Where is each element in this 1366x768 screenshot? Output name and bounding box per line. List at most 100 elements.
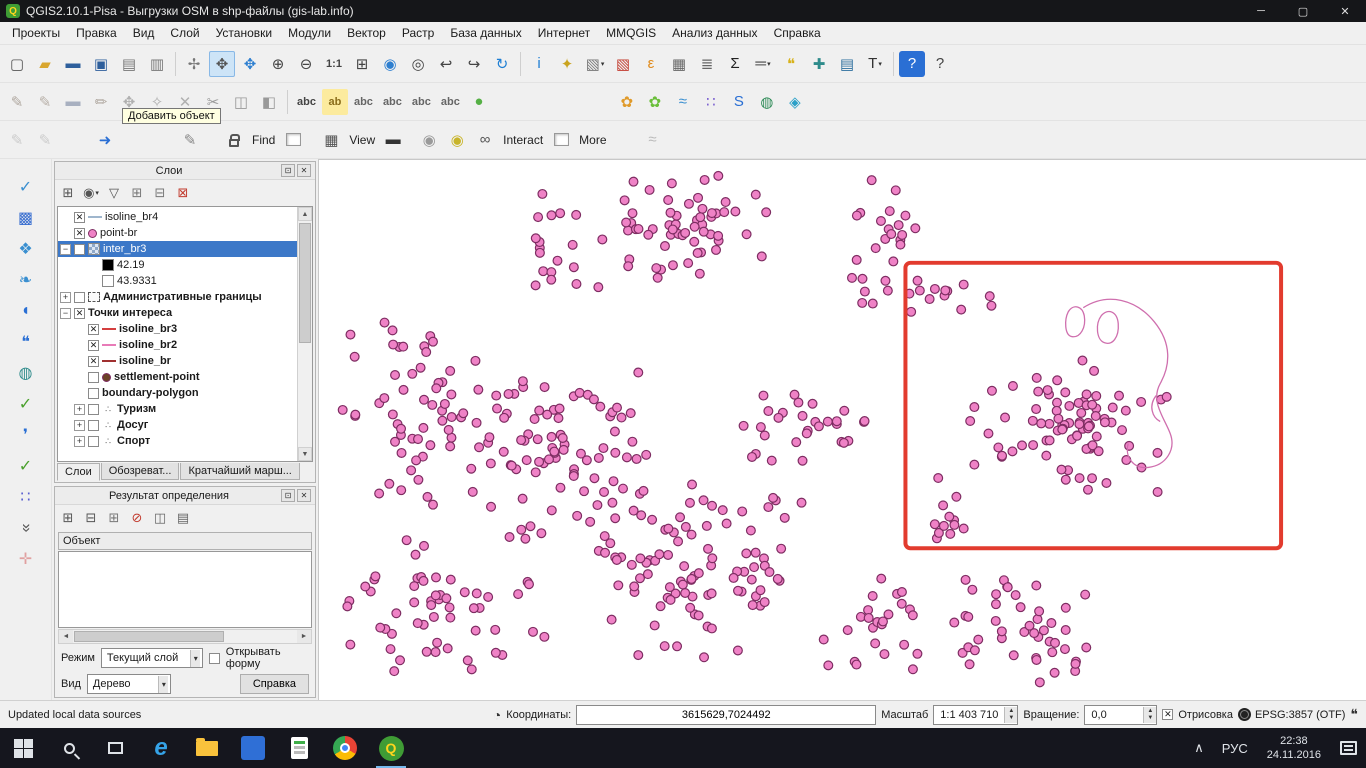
layer-visibility-checkbox[interactable]: ✕ bbox=[74, 308, 85, 319]
render-checkbox[interactable]: ✕ bbox=[1162, 709, 1173, 720]
layer-visibility-checkbox[interactable]: ✕ bbox=[74, 212, 85, 223]
maximize-button[interactable]: ▢ bbox=[1282, 0, 1324, 22]
plugin-key[interactable]: ✿ bbox=[614, 89, 640, 115]
pan-map[interactable]: ✥ bbox=[209, 51, 235, 77]
measure[interactable]: ═▾ bbox=[750, 51, 776, 77]
toggle-editing[interactable]: ✎ bbox=[32, 89, 58, 115]
paste-features[interactable]: ◧ bbox=[256, 89, 282, 115]
help[interactable]: ? bbox=[899, 51, 925, 77]
scroll-down-arrow[interactable]: ▼ bbox=[298, 447, 312, 461]
copy-features[interactable]: ◫ bbox=[228, 89, 254, 115]
layer-row[interactable]: ✕isoline_br3 bbox=[58, 321, 297, 337]
pin-yellow[interactable]: ◉ bbox=[444, 127, 470, 153]
plugin-grid-dots[interactable]: ∷ bbox=[698, 89, 724, 115]
remove-layer[interactable]: ⊠ bbox=[172, 182, 194, 204]
open-project[interactable]: ▰ bbox=[32, 51, 58, 77]
edge-app-icon[interactable]: e bbox=[138, 728, 184, 768]
layer-visibility-checkbox[interactable] bbox=[88, 388, 99, 399]
layer-row[interactable]: ✕isoline_br2 bbox=[58, 337, 297, 353]
chevrons-down[interactable]: » bbox=[12, 514, 40, 542]
menu-item[interactable]: Установки bbox=[208, 23, 280, 43]
pinned-app-1-icon[interactable] bbox=[230, 728, 276, 768]
pinned-app-2-icon[interactable] bbox=[276, 728, 322, 768]
label-highlight[interactable]: ab bbox=[322, 89, 348, 115]
screen-icon[interactable]: ▬ bbox=[380, 127, 406, 153]
current-edits[interactable]: ✎ bbox=[4, 89, 30, 115]
layer-visibility-checkbox[interactable]: ✕ bbox=[74, 228, 85, 239]
plugin-sign[interactable]: ✎ bbox=[177, 127, 203, 153]
layer-labeling[interactable]: abc bbox=[293, 89, 320, 115]
plugin-feather[interactable]: ❧ bbox=[12, 266, 40, 294]
layer-row[interactable]: −inter_br3 bbox=[58, 241, 297, 257]
label-pin[interactable]: abc bbox=[350, 89, 377, 115]
language-indicator[interactable]: РУС bbox=[1213, 741, 1257, 756]
chain-icon[interactable]: ∞ bbox=[472, 127, 498, 153]
plugin-green[interactable]: ✿ bbox=[642, 89, 668, 115]
attribute-table[interactable]: ▦ bbox=[666, 51, 692, 77]
start-button[interactable] bbox=[0, 728, 46, 768]
plugin-chat[interactable]: ❝ bbox=[12, 328, 40, 356]
composer-manager[interactable]: ▥ bbox=[144, 51, 170, 77]
layer-visibility-checkbox[interactable] bbox=[74, 244, 85, 255]
scroll-left-arrow[interactable]: ◄ bbox=[59, 630, 73, 643]
zoom-out[interactable]: ⊖ bbox=[293, 51, 319, 77]
save-layer-edits[interactable]: ▬ bbox=[60, 89, 86, 115]
close-button[interactable]: ✕ bbox=[1324, 0, 1366, 22]
clear-results[interactable]: ⊘ bbox=[126, 507, 148, 529]
extent-icon[interactable]: ◔ bbox=[493, 707, 501, 723]
zoom-to-selection[interactable]: ◉ bbox=[377, 51, 403, 77]
zoom-full[interactable]: ⊞ bbox=[349, 51, 375, 77]
tray-expand-chevron[interactable]: ∧ bbox=[1185, 740, 1213, 756]
layer-row[interactable]: 42.19 bbox=[58, 257, 297, 273]
feature-action[interactable]: ✦ bbox=[554, 51, 580, 77]
panel-tab[interactable]: Обозреват... bbox=[101, 463, 180, 480]
taskbar-clock[interactable]: 22:38 24.11.2016 bbox=[1257, 734, 1331, 762]
label-move[interactable]: abc bbox=[408, 89, 435, 115]
menu-item[interactable]: База данных bbox=[442, 23, 529, 43]
plugin-globe[interactable]: ◍ bbox=[754, 89, 780, 115]
new-bookmark[interactable]: ✚ bbox=[806, 51, 832, 77]
refresh-map[interactable]: ↻ bbox=[489, 51, 515, 77]
pan-to-selection[interactable]: ✥ bbox=[237, 51, 263, 77]
scrollbar-thumb[interactable] bbox=[299, 223, 311, 343]
log-messages-icon[interactable]: ❝ bbox=[1350, 706, 1358, 723]
move-disabled[interactable]: ✛ bbox=[12, 545, 40, 573]
plugin-layers[interactable]: ◈ bbox=[782, 89, 808, 115]
menu-item[interactable]: Слой bbox=[162, 23, 207, 43]
zoom-native[interactable]: 1:1 bbox=[321, 51, 347, 77]
label-rotate[interactable]: abc bbox=[437, 89, 464, 115]
help-button[interactable]: Справка bbox=[240, 674, 309, 694]
horizontal-scrollbar[interactable]: ◄ ► bbox=[58, 629, 312, 644]
map-tips[interactable]: ❝ bbox=[778, 51, 804, 77]
zoom-last[interactable]: ↩ bbox=[433, 51, 459, 77]
plugin-comma[interactable]: ❜ bbox=[12, 421, 40, 449]
grid-icon[interactable]: ▦ bbox=[318, 127, 344, 153]
layer-row[interactable]: +∴Спорт bbox=[58, 433, 297, 449]
layer-row[interactable]: +∴Туризм bbox=[58, 401, 297, 417]
panel-close-button[interactable]: ✕ bbox=[297, 489, 311, 502]
save-project[interactable]: ▬ bbox=[60, 51, 86, 77]
edit-gray-2[interactable]: ✎ bbox=[32, 127, 58, 153]
deselect-features[interactable]: ▧ bbox=[610, 51, 636, 77]
spinner-arrows-icon[interactable]: ▲▼ bbox=[1004, 707, 1017, 723]
action-center-button[interactable] bbox=[1331, 741, 1366, 755]
plugin-table-arrow[interactable]: ➜ bbox=[92, 127, 118, 153]
panel-close-button[interactable]: ✕ bbox=[297, 164, 311, 177]
plugin-curve[interactable]: S bbox=[726, 89, 752, 115]
qgis-app-icon[interactable]: Q bbox=[368, 728, 414, 768]
zoom-in[interactable]: ⊕ bbox=[265, 51, 291, 77]
collapse-all[interactable]: ⊟ bbox=[149, 182, 171, 204]
menu-item[interactable]: Вектор bbox=[339, 23, 394, 43]
plugin-vector-check[interactable]: ✓ bbox=[12, 173, 40, 201]
layer-visibility-checkbox[interactable]: ✕ bbox=[88, 340, 99, 351]
rotation-spinbox[interactable]: 0,0 ▲▼ bbox=[1084, 705, 1157, 725]
plugin-checker[interactable]: ▩ bbox=[12, 204, 40, 232]
menu-item[interactable]: Модули bbox=[280, 23, 339, 43]
layer-row[interactable]: ✕isoline_br4 bbox=[58, 209, 297, 225]
tree-expander[interactable]: + bbox=[74, 436, 85, 447]
whats-this[interactable]: ? bbox=[927, 51, 953, 77]
menu-item[interactable]: Справка bbox=[766, 23, 829, 43]
print-result[interactable]: ▤ bbox=[172, 507, 194, 529]
select-expression[interactable]: ε bbox=[638, 51, 664, 77]
chrome-app-icon[interactable] bbox=[322, 728, 368, 768]
